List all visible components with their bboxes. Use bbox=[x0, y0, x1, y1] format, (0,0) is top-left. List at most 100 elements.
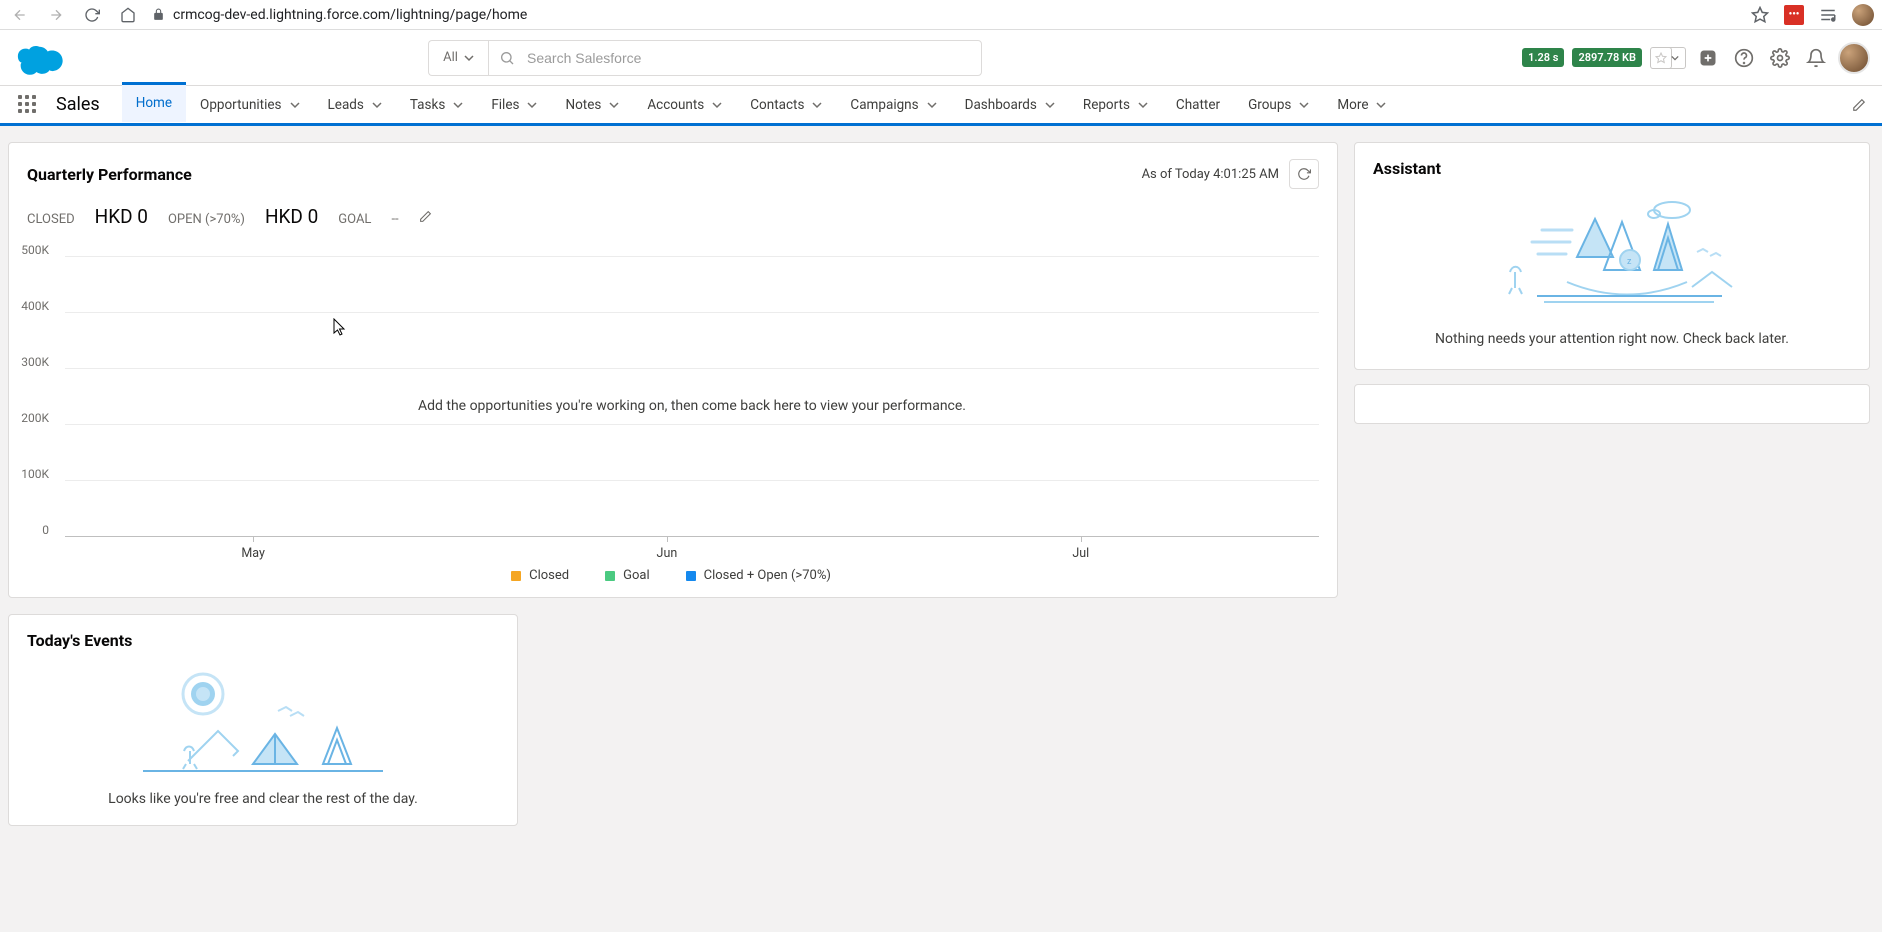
nav-tab-opportunities[interactable]: Opportunities bbox=[186, 85, 313, 125]
nav-tab-label: Accounts bbox=[647, 97, 704, 113]
events-empty-illustration bbox=[128, 666, 398, 781]
nav-tab-accounts[interactable]: Accounts bbox=[633, 85, 736, 125]
browser-home-button[interactable] bbox=[116, 3, 140, 27]
legend-closed: Closed bbox=[511, 568, 569, 583]
qp-goal-value: -- bbox=[391, 212, 398, 227]
browser-profile-avatar[interactable] bbox=[1852, 4, 1874, 26]
y-tick: 400K bbox=[9, 299, 49, 313]
nav-tab-label: Opportunities bbox=[200, 97, 281, 113]
y-tick: 0 bbox=[9, 523, 49, 537]
nav-tab-notes[interactable]: Notes bbox=[551, 85, 633, 125]
chevron-down-icon[interactable] bbox=[1299, 100, 1309, 110]
nav-tab-more[interactable]: More bbox=[1323, 85, 1400, 125]
perf-size-badge: 2897.78 KB bbox=[1572, 48, 1642, 67]
browser-url[interactable]: crmcog-dev-ed.lightning.force.com/lightn… bbox=[173, 7, 527, 23]
x-tick: Jun bbox=[657, 546, 678, 561]
global-search[interactable] bbox=[488, 40, 982, 76]
chevron-down-icon[interactable] bbox=[372, 100, 382, 110]
nav-tab-label: Home bbox=[136, 95, 172, 111]
chevron-down-icon[interactable] bbox=[1045, 100, 1055, 110]
assistant-empty-illustration: z bbox=[1482, 192, 1742, 317]
svg-text:z: z bbox=[1627, 257, 1632, 267]
notifications-bell-icon[interactable] bbox=[1802, 44, 1830, 72]
global-header: All 1.28 s 2897.78 KB bbox=[0, 30, 1882, 86]
legend-closed-label: Closed bbox=[529, 568, 569, 583]
qp-open-value: HKD 0 bbox=[265, 205, 318, 228]
assistant-title: Assistant bbox=[1373, 159, 1441, 178]
gridline bbox=[65, 424, 1319, 425]
nav-tab-label: Tasks bbox=[410, 97, 445, 113]
nav-tab-contacts[interactable]: Contacts bbox=[736, 85, 836, 125]
chevron-down-icon[interactable] bbox=[453, 100, 463, 110]
extension-lastpass-icon[interactable]: ••• bbox=[1784, 5, 1804, 25]
qp-open-label: OPEN (>70%) bbox=[168, 212, 245, 227]
x-tick-mark bbox=[667, 536, 668, 542]
nav-tab-tasks[interactable]: Tasks bbox=[396, 85, 477, 125]
qp-refresh-button[interactable] bbox=[1289, 159, 1319, 189]
x-tick: Jul bbox=[1072, 546, 1089, 561]
gridline bbox=[65, 312, 1319, 313]
global-add-button[interactable] bbox=[1694, 44, 1722, 72]
search-scope-select[interactable]: All bbox=[428, 40, 488, 76]
nav-tab-label: Leads bbox=[328, 97, 364, 113]
qp-as-of: As of Today 4:01:25 AM bbox=[1142, 167, 1279, 182]
gridline bbox=[65, 480, 1319, 481]
qp-empty-message: Add the opportunities you're working on,… bbox=[65, 398, 1319, 414]
chevron-down-icon[interactable] bbox=[290, 100, 300, 110]
y-tick: 300K bbox=[9, 355, 49, 369]
nav-tab-chatter[interactable]: Chatter bbox=[1162, 85, 1234, 125]
qp-chart: 0100K200K300K400K500K Add the opportunit… bbox=[9, 244, 1337, 597]
events-title: Today's Events bbox=[27, 631, 132, 650]
nav-edit-pencil-icon[interactable] bbox=[1846, 98, 1872, 112]
app-launcher-icon[interactable] bbox=[18, 95, 38, 115]
todays-events-card: Today's Events Looks like yo bbox=[8, 614, 518, 826]
browser-back-button[interactable] bbox=[8, 3, 32, 27]
nav-tab-label: Reports bbox=[1083, 97, 1130, 113]
chevron-down-icon[interactable] bbox=[812, 100, 822, 110]
nav-tab-groups[interactable]: Groups bbox=[1234, 85, 1323, 125]
nav-tab-label: Dashboards bbox=[965, 97, 1037, 113]
perf-time-badge: 1.28 s bbox=[1522, 48, 1564, 67]
chevron-down-icon[interactable] bbox=[609, 100, 619, 110]
chevron-down-icon[interactable] bbox=[1376, 100, 1386, 110]
legend-goal: Goal bbox=[605, 568, 650, 583]
setup-gear-icon[interactable] bbox=[1766, 44, 1794, 72]
chevron-down-icon[interactable] bbox=[927, 100, 937, 110]
extension-music-icon[interactable] bbox=[1818, 5, 1838, 25]
x-tick-mark bbox=[253, 536, 254, 542]
nav-tab-reports[interactable]: Reports bbox=[1069, 85, 1162, 125]
y-tick: 100K bbox=[9, 467, 49, 481]
bookmark-star-icon[interactable] bbox=[1750, 5, 1770, 25]
nav-tab-dashboards[interactable]: Dashboards bbox=[951, 85, 1069, 125]
user-avatar[interactable] bbox=[1838, 42, 1870, 74]
nav-tab-label: Chatter bbox=[1176, 97, 1220, 113]
page-body: Quarterly Performance As of Today 4:01:2… bbox=[0, 126, 1882, 826]
salesforce-logo[interactable] bbox=[12, 39, 72, 77]
empty-card bbox=[1354, 384, 1870, 424]
nav-tab-files[interactable]: Files bbox=[477, 85, 551, 125]
qp-closed-label: CLOSED bbox=[27, 212, 75, 227]
y-tick: 500K bbox=[9, 243, 49, 257]
nav-tab-campaigns[interactable]: Campaigns bbox=[836, 85, 950, 125]
legend-closed-open-swatch bbox=[686, 571, 696, 581]
qp-legend: Closed Goal Closed + Open (>70%) bbox=[23, 568, 1319, 583]
browser-reload-button[interactable] bbox=[80, 3, 104, 27]
chevron-down-icon[interactable] bbox=[1138, 100, 1148, 110]
help-button[interactable] bbox=[1730, 44, 1758, 72]
nav-tab-label: More bbox=[1337, 97, 1368, 113]
qp-closed-value: HKD 0 bbox=[95, 205, 148, 228]
qp-goal-edit-icon[interactable] bbox=[419, 210, 432, 223]
search-input[interactable] bbox=[527, 50, 971, 66]
assistant-card: Assistant z bbox=[1354, 142, 1870, 370]
browser-forward-button[interactable] bbox=[44, 3, 68, 27]
chevron-down-icon[interactable] bbox=[527, 100, 537, 110]
events-empty-message: Looks like you're free and clear the res… bbox=[108, 791, 418, 807]
favorites-dropdown[interactable] bbox=[1664, 47, 1686, 69]
search-icon bbox=[499, 50, 515, 66]
chevron-down-icon[interactable] bbox=[712, 100, 722, 110]
nav-tab-leads[interactable]: Leads bbox=[314, 85, 396, 125]
nav-tab-home[interactable]: Home bbox=[122, 82, 186, 122]
app-nav-bar: Sales HomeOpportunitiesLeadsTasksFilesNo… bbox=[0, 86, 1882, 126]
nav-tab-label: Notes bbox=[565, 97, 601, 113]
x-tick: May bbox=[241, 546, 265, 561]
